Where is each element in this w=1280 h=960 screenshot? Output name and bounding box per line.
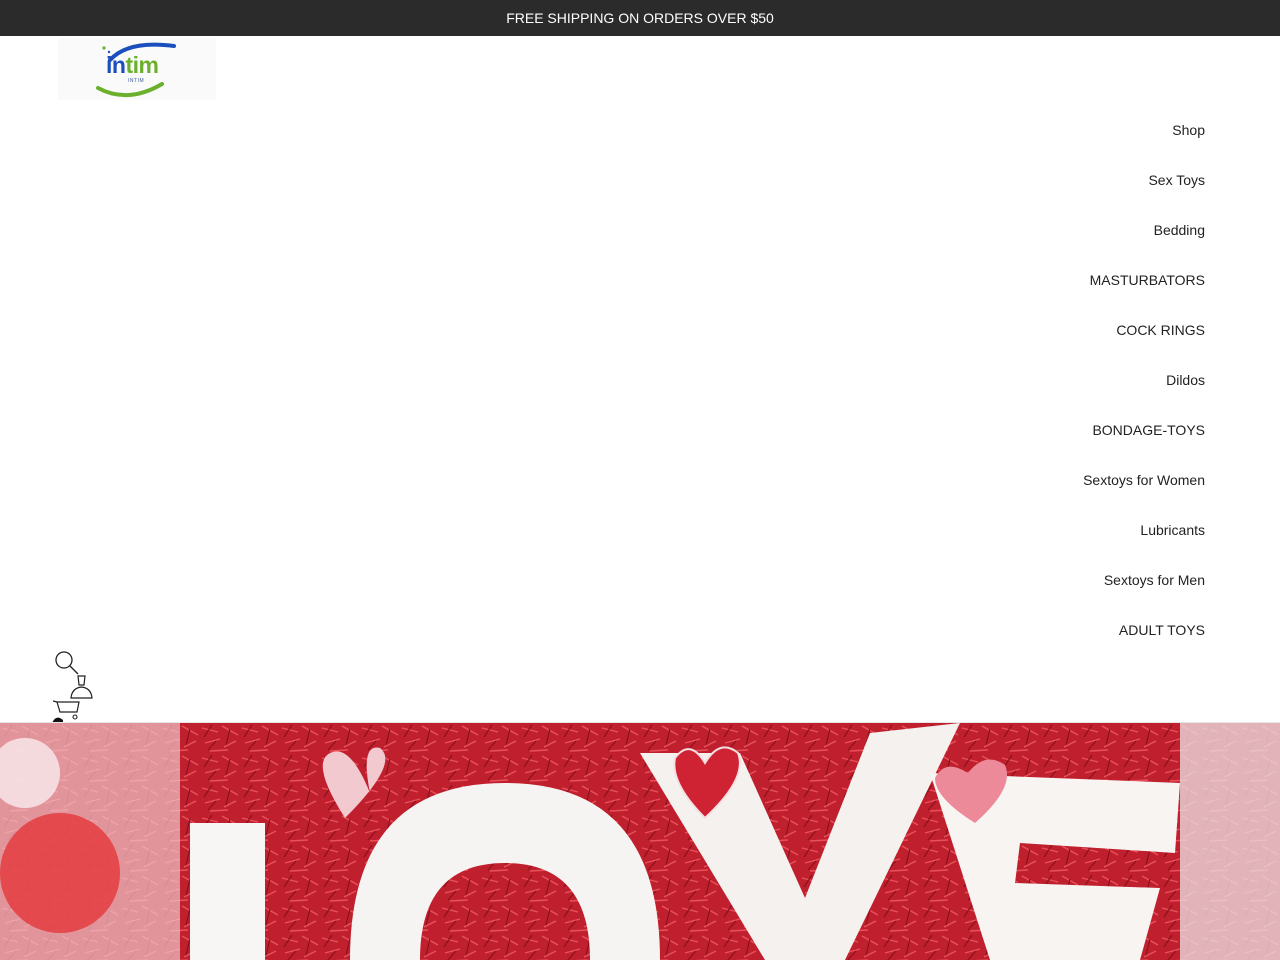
hero-banner-image xyxy=(0,723,1280,960)
nav-item-bedding[interactable]: Bedding xyxy=(805,205,1205,255)
nav-item-shop[interactable]: Shop xyxy=(805,105,1205,155)
nav-item-masturbators[interactable]: MASTURBATORS xyxy=(805,255,1205,305)
main-navigation: Shop Sex Toys Bedding MASTURBATORS COCK … xyxy=(805,105,1205,655)
announcement-bar: FREE SHIPPING ON ORDERS OVER $50 xyxy=(0,0,1280,36)
logo-subtext: INTIM xyxy=(128,78,145,84)
announcement-text: FREE SHIPPING ON ORDERS OVER $50 xyxy=(506,10,774,26)
nav-item-cock-rings[interactable]: COCK RINGS xyxy=(805,305,1205,355)
site-logo[interactable]: intim INTIM xyxy=(58,38,216,100)
nav-item-lubricants[interactable]: Lubricants xyxy=(805,505,1205,555)
nav-item-bondage-toys[interactable]: BONDAGE-TOYS xyxy=(805,405,1205,455)
cart-icon[interactable] xyxy=(50,698,82,724)
nav-item-adult-toys[interactable]: ADULT TOYS xyxy=(805,605,1205,655)
account-icon[interactable] xyxy=(68,672,96,700)
nav-item-sextoys-for-women[interactable]: Sextoys for Women xyxy=(805,455,1205,505)
nav-item-sex-toys[interactable]: Sex Toys xyxy=(805,155,1205,205)
hero-love-graphic xyxy=(0,723,1280,960)
nav-item-sextoys-for-men[interactable]: Sextoys for Men xyxy=(805,555,1205,605)
nav-item-dildos[interactable]: Dildos xyxy=(805,355,1205,405)
logo-wordmark: intim xyxy=(106,52,159,78)
